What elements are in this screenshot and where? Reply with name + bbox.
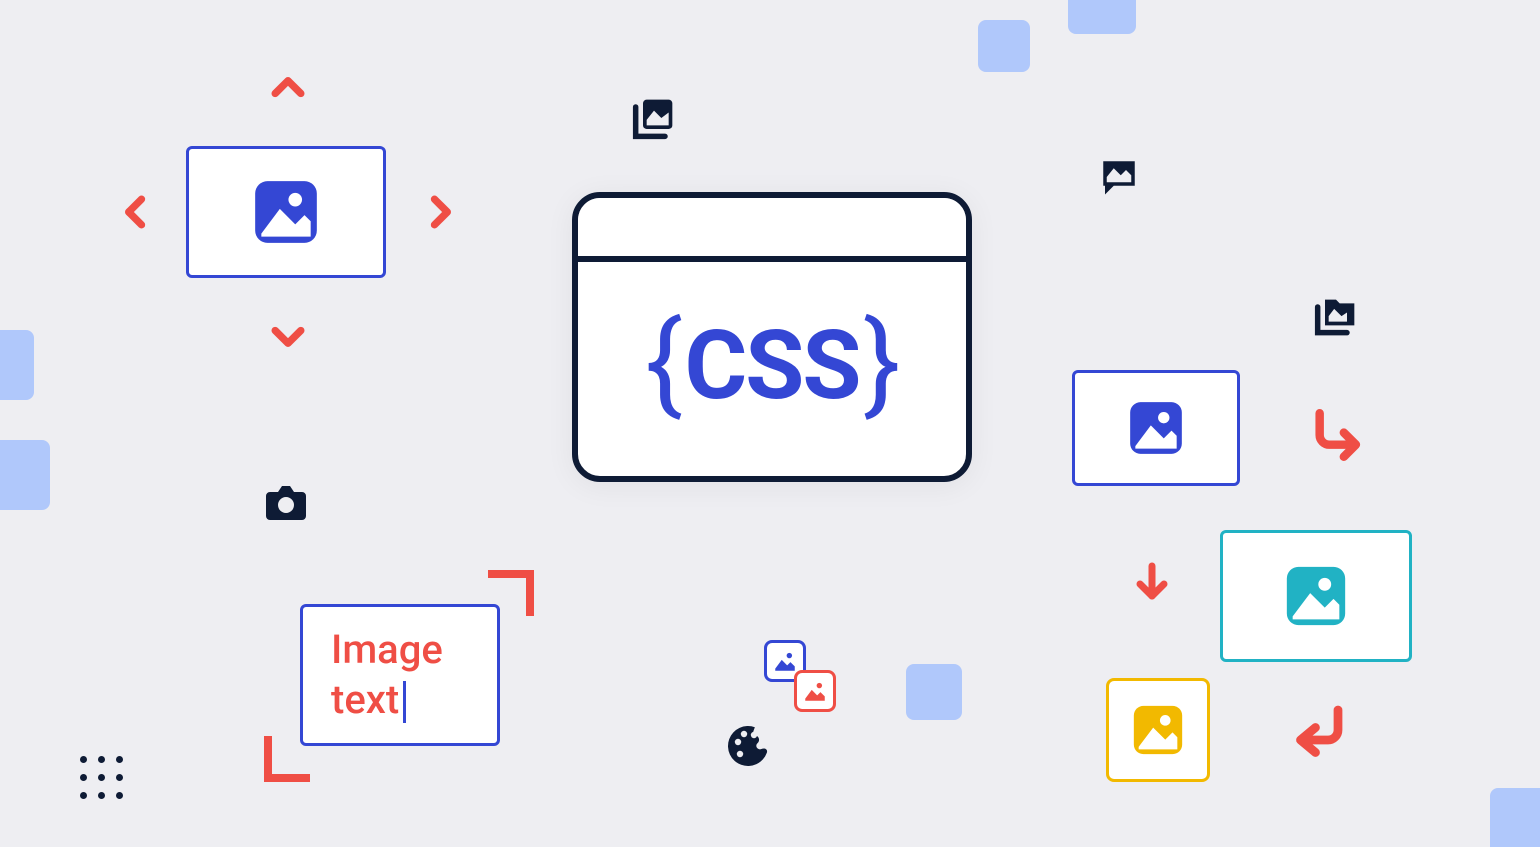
image-placeholder-icon (772, 648, 798, 674)
color-palette-icon (724, 722, 772, 774)
chevron-up-icon (266, 66, 310, 110)
drag-handle-icon (80, 756, 126, 802)
image-placeholder-icon (1125, 397, 1187, 459)
decor-square (906, 664, 962, 720)
image-gallery-icon (632, 96, 676, 144)
multimedia-folder-icon (1314, 296, 1358, 344)
decor-square (0, 440, 50, 510)
image-card-blue (186, 146, 386, 278)
image-text-card: Image text (300, 604, 500, 746)
chevron-down-icon (266, 314, 310, 358)
arrow-turn-down-right-icon (1310, 406, 1368, 464)
css-text: CSS (684, 310, 859, 422)
image-card-amber (1106, 678, 1210, 782)
image-placeholder-icon (1129, 701, 1187, 759)
text-line-1: Image (331, 625, 469, 675)
image-placeholder-icon (249, 175, 323, 249)
brace-open: { (645, 298, 680, 427)
image-placeholder-icon (1281, 561, 1351, 631)
css-window: { CSS } (572, 192, 972, 482)
decor-square (1490, 788, 1540, 847)
arrow-down-icon (1128, 558, 1176, 606)
css-label: { CSS } (645, 302, 899, 431)
small-image-red (794, 670, 836, 712)
mms-bubble-icon (1098, 156, 1140, 202)
brace-close: } (864, 298, 899, 427)
image-placeholder-icon (802, 678, 828, 704)
decor-square (978, 20, 1030, 72)
decor-square (1068, 0, 1136, 34)
image-card-blue-right (1072, 370, 1240, 486)
arrow-return-left-icon (1288, 700, 1348, 760)
chevron-left-icon (114, 190, 158, 234)
camera-icon (262, 478, 310, 530)
window-titlebar (578, 198, 966, 262)
chevron-right-icon (418, 190, 462, 234)
text-line-2: text (331, 675, 469, 725)
image-card-teal (1220, 530, 1412, 662)
text-cursor (403, 681, 406, 723)
decor-square (0, 330, 34, 400)
